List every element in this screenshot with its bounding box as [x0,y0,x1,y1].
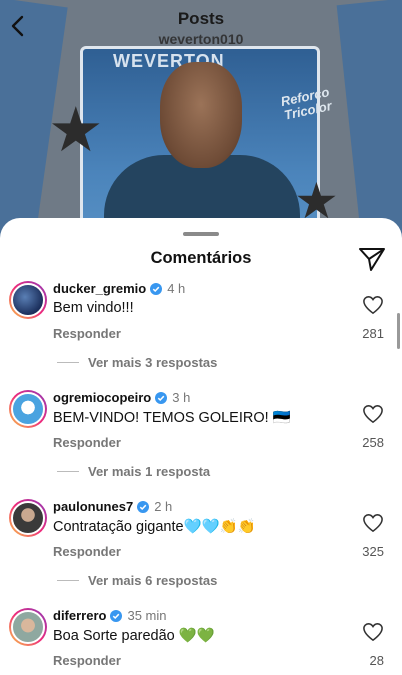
avatar[interactable] [9,499,47,537]
comment-text: Bem vindo!!! [53,300,134,316]
avatar[interactable] [9,608,47,646]
comment-header: ogremiocopeiro 3 h [53,390,190,405]
comment-header: diferrero 35 min [53,608,167,623]
like-count: 28 [369,653,384,668]
like-count: 258 [362,435,384,450]
share-icon[interactable] [358,246,386,272]
comment-time: 3 h [172,390,191,405]
top-header: Posts weverton010 [0,0,402,58]
view-replies-button[interactable]: Ver mais 1 resposta [57,464,210,479]
reply-button[interactable]: Responder [53,544,121,559]
comment-text: Contratação gigante🩵🩵👏👏 [53,519,256,535]
heart-icon[interactable] [362,513,384,533]
avatar[interactable] [9,390,47,428]
reply-button[interactable]: Responder [53,326,121,341]
like-count: 325 [362,544,384,559]
comment-header: paulonunes7 2 h [53,499,172,514]
comment-header: ducker_gremio 4 h [53,281,185,296]
reply-button[interactable]: Responder [53,653,121,668]
sheet-title: Comentários [150,249,252,267]
view-replies-label: Ver mais 3 respostas [88,355,218,370]
comment-username[interactable]: diferrero [53,608,106,623]
comment-text: Boa Sorte paredão 💚💚 [53,628,215,644]
view-replies-label: Ver mais 6 respostas [88,573,218,588]
heart-icon[interactable] [362,404,384,424]
verified-badge-icon [150,282,163,295]
scrollbar[interactable] [397,313,400,349]
page-title: Posts [177,9,225,28]
comment-text: BEM-VINDO! TEMOS GOLEIRO! 🇪🇪 [53,410,291,426]
replies-divider [57,580,79,581]
verified-badge-icon [137,500,150,513]
view-replies-label: Ver mais 1 resposta [88,464,211,479]
view-replies-button[interactable]: Ver mais 6 respostas [57,573,217,588]
page-subtitle[interactable]: weverton010 [0,31,402,47]
comment-username[interactable]: ogremiocopeiro [53,390,151,405]
comments-sheet: Comentários ducker_gremio 4 h Bem vindo!… [0,218,402,675]
view-replies-button[interactable]: Ver mais 3 respostas [57,355,217,370]
comment-time: 2 h [154,499,173,514]
comment-time: 35 min [127,608,167,623]
comment-time: 4 h [167,281,186,296]
avatar[interactable] [9,281,47,319]
player-face [160,62,242,168]
replies-divider [57,471,79,472]
star-icon: ★ [48,96,104,165]
reply-button[interactable]: Responder [53,435,121,450]
comment-username[interactable]: paulonunes7 [53,499,133,514]
sheet-drag-handle[interactable] [183,232,219,236]
heart-icon[interactable] [362,295,384,315]
verified-badge-icon [155,391,168,404]
comment-username[interactable]: ducker_gremio [53,281,146,296]
like-count: 281 [362,326,384,341]
verified-badge-icon [110,609,123,622]
heart-icon[interactable] [362,622,384,642]
replies-divider [57,362,79,363]
